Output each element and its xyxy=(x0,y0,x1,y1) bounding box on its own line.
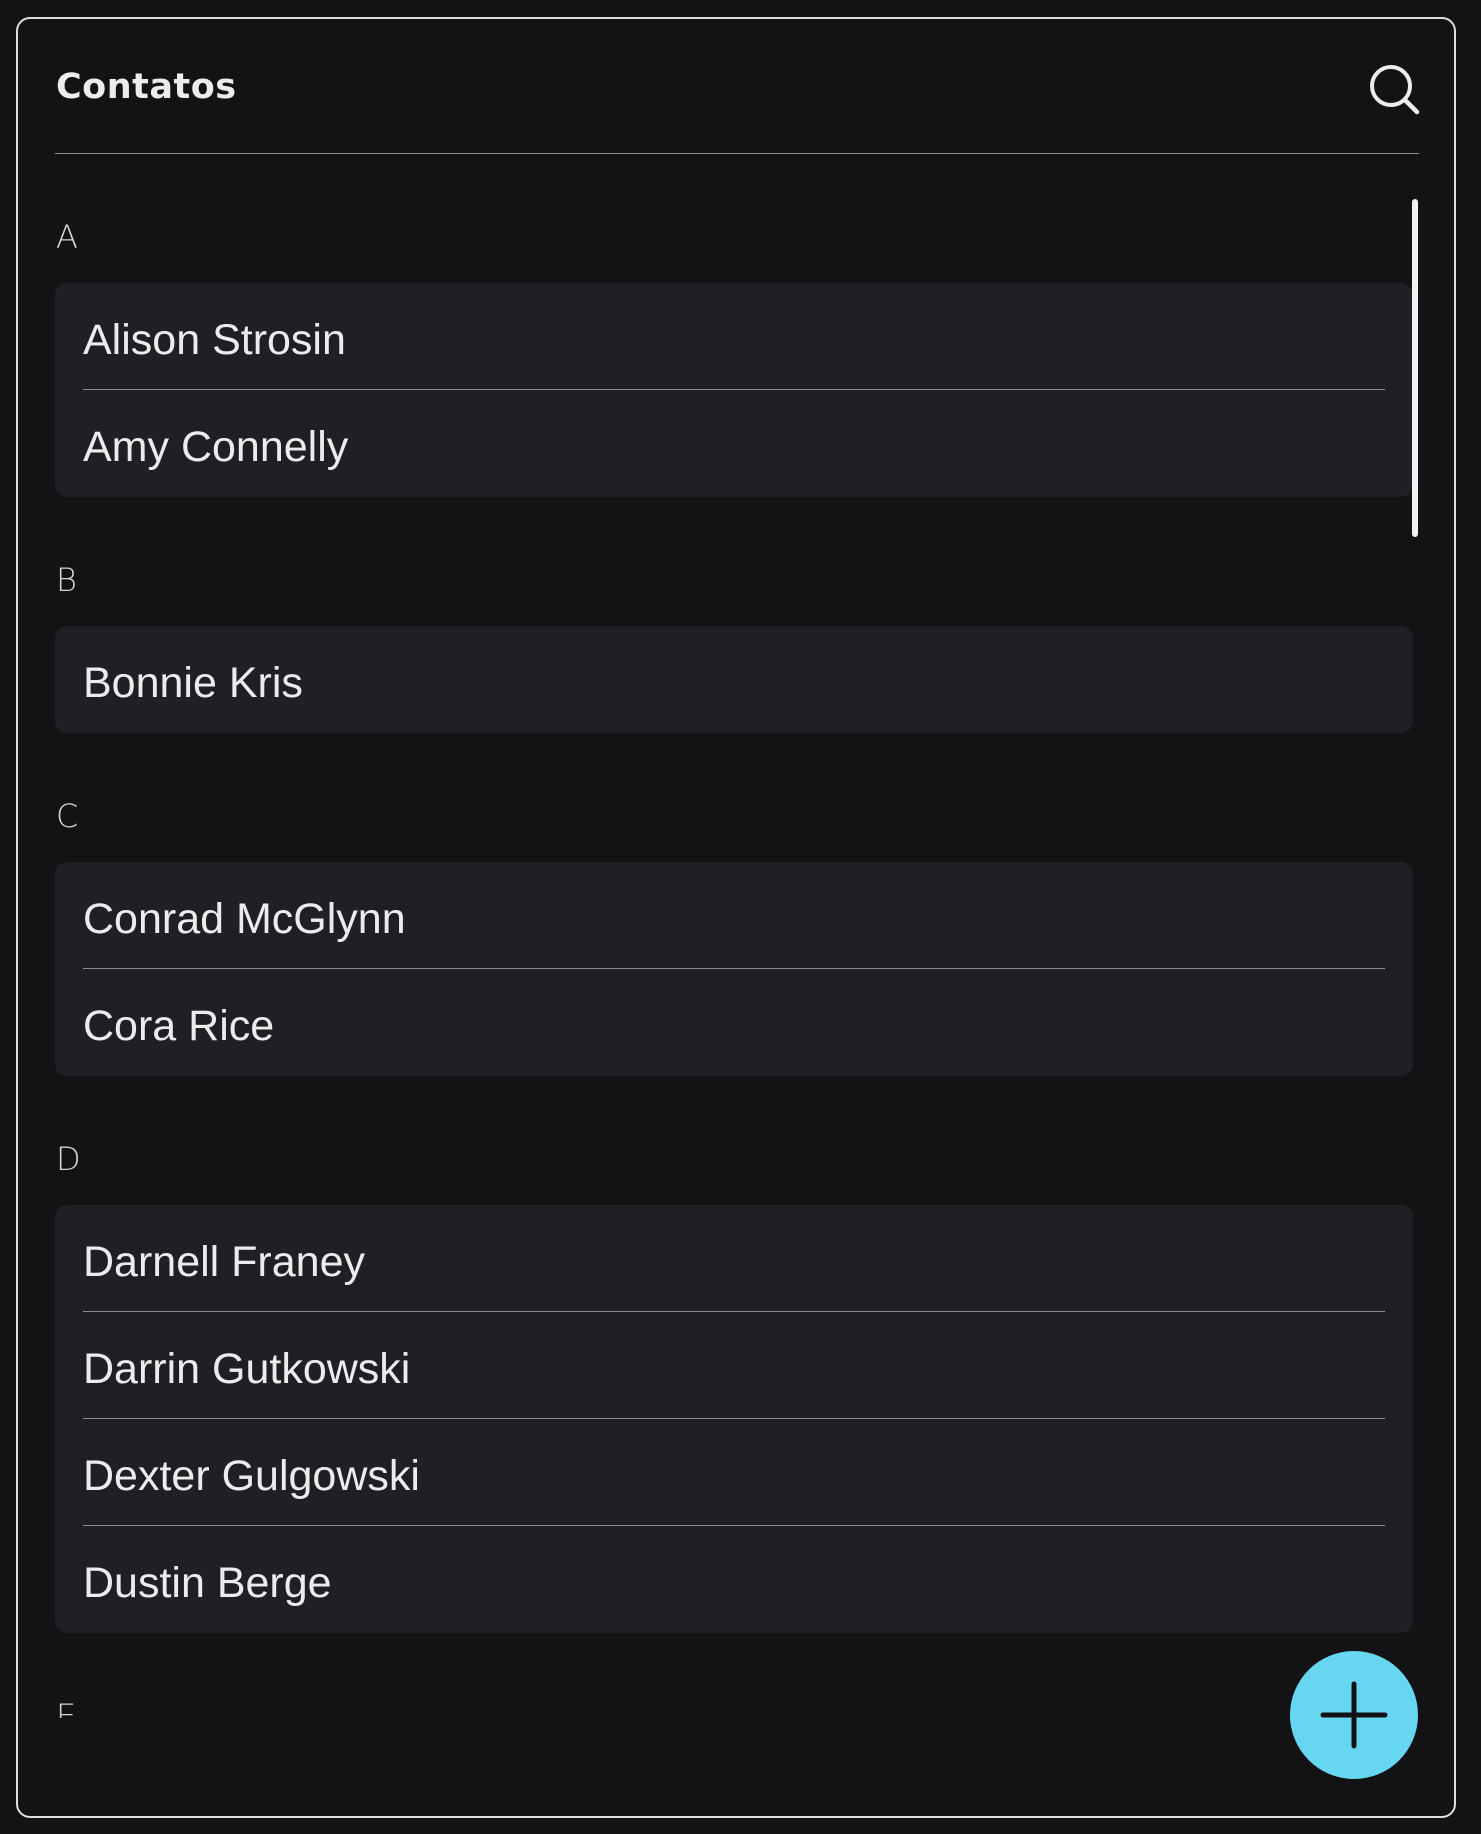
page-title: Contatos xyxy=(56,67,237,107)
header: Contatos xyxy=(18,19,1454,157)
search-button[interactable] xyxy=(1364,59,1424,119)
contact-list-item[interactable]: Alison Strosin xyxy=(55,283,1413,390)
contact-list-item[interactable]: Cora Rice xyxy=(55,969,1413,1076)
header-divider xyxy=(55,153,1419,154)
section-header: B xyxy=(56,561,77,599)
contact-name: Alison Strosin xyxy=(83,316,346,364)
contact-name: Dustin Berge xyxy=(83,1559,332,1607)
contact-group: Darnell Franey Darrin Gutkowski Dexter Gul… xyxy=(55,1205,1413,1633)
contact-name: Darnell Franey xyxy=(83,1238,365,1286)
contact-list-item[interactable]: Amy Connelly xyxy=(55,390,1413,497)
contact-list-item[interactable]: Dexter Gulgowski xyxy=(55,1419,1413,1526)
contacts-panel: Contatos A Alison Strosin Amy Connelly B Bon… xyxy=(16,17,1456,1818)
section-header: C xyxy=(56,797,79,835)
contact-name: Cora Rice xyxy=(83,1002,275,1050)
section-header: D xyxy=(56,1140,81,1178)
contact-name: Conrad McGlynn xyxy=(83,895,406,943)
contact-list-item[interactable]: Conrad McGlynn xyxy=(55,862,1413,969)
scrollbar[interactable] xyxy=(1412,199,1418,537)
contact-list[interactable]: A Alison Strosin Amy Connelly B Bonnie Kris C… xyxy=(18,155,1454,1718)
contact-list-item[interactable]: Bonnie Kris xyxy=(55,626,1413,733)
section-header: E xyxy=(56,1697,77,1718)
contact-list-content: A Alison Strosin Amy Connelly B Bonnie Kris C… xyxy=(55,155,1413,1718)
add-contact-button[interactable] xyxy=(1290,1651,1418,1779)
search-icon xyxy=(1370,65,1420,115)
plus-icon xyxy=(1290,1651,1418,1779)
contact-list-item[interactable]: Dustin Berge xyxy=(55,1526,1413,1633)
contact-group: Conrad McGlynn Cora Rice xyxy=(55,862,1413,1076)
contact-name: Dexter Gulgowski xyxy=(83,1452,420,1500)
contact-list-item[interactable]: Darrin Gutkowski xyxy=(55,1312,1413,1419)
section-header: A xyxy=(56,218,78,256)
contact-list-item[interactable]: Darnell Franey xyxy=(55,1205,1413,1312)
contact-group: Bonnie Kris xyxy=(55,626,1413,733)
contact-group: Alison Strosin Amy Connelly xyxy=(55,283,1413,497)
contact-name: Amy Connelly xyxy=(83,423,349,471)
contact-name: Bonnie Kris xyxy=(83,659,303,707)
contact-name: Darrin Gutkowski xyxy=(83,1345,411,1393)
